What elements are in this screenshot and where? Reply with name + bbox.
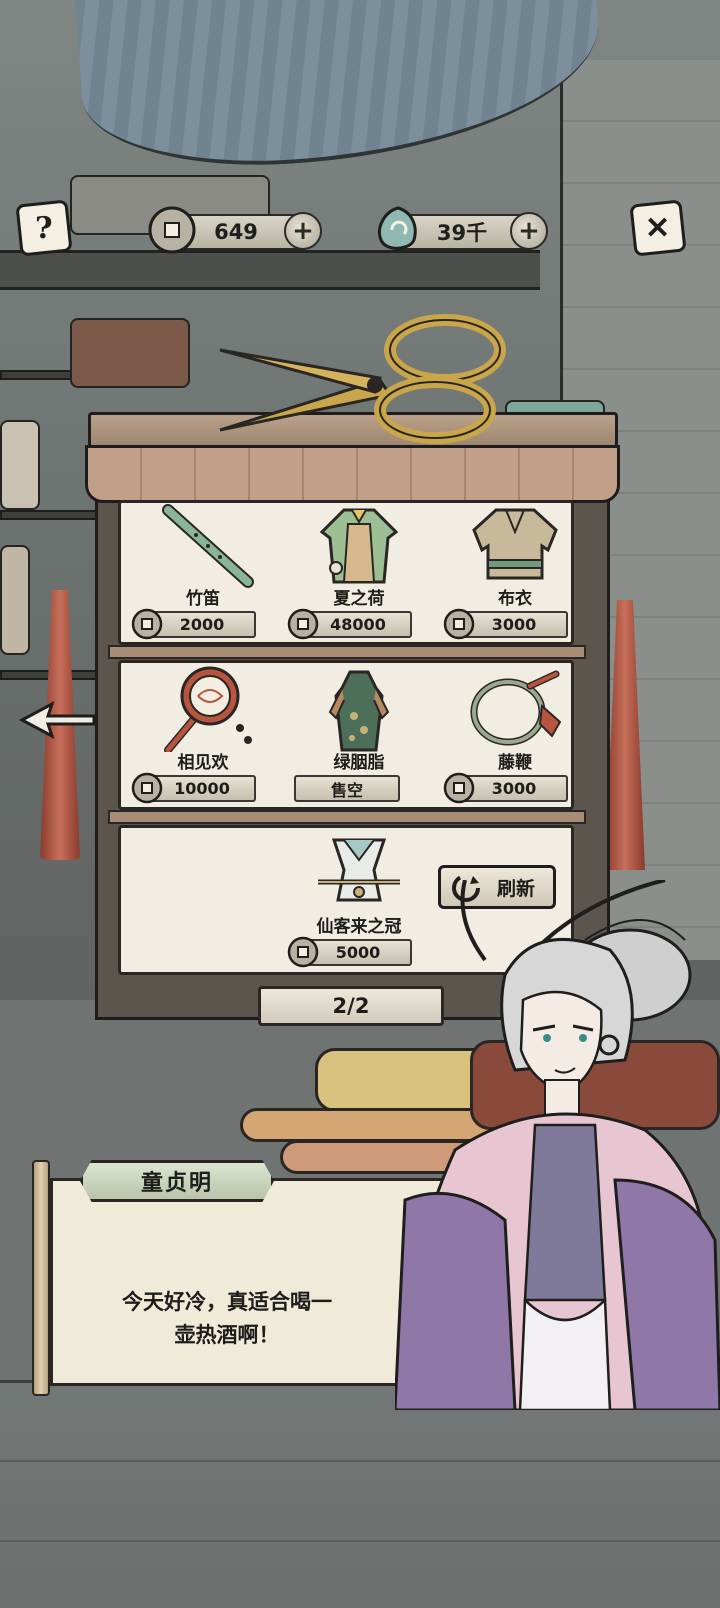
copper-coin-icon	[443, 608, 475, 640]
shelf-divider	[108, 645, 586, 659]
item-name: 相见欢	[177, 753, 229, 773]
rattan-whip-icon	[470, 670, 562, 746]
item-name: 夏之荷	[333, 589, 385, 609]
cloth-shirt-icon	[472, 508, 558, 580]
dialog-text: 今天好冷，真适合喝一 壶热酒啊！	[82, 1286, 372, 1352]
cabinet-awning	[85, 445, 620, 503]
dialog-line: 今天好冷，真适合喝一	[122, 1290, 332, 1314]
add-coins-button[interactable]: +	[284, 212, 322, 250]
wall-shelf	[0, 510, 110, 520]
help-button[interactable]: ?	[15, 199, 73, 257]
npc-character-portrait	[395, 880, 720, 1410]
add-jade-button[interactable]: +	[510, 212, 548, 250]
green-dress-icon	[328, 670, 390, 752]
jade-gem-icon	[378, 206, 417, 250]
dialog-line: 壶热酒啊！	[174, 1323, 280, 1347]
green-robe-icon	[319, 508, 399, 584]
shop-item[interactable]: 布衣 3000	[440, 498, 590, 643]
item-name: 竹笛	[186, 589, 220, 609]
coin-currency: 649 +	[148, 206, 322, 254]
copper-coin-icon	[287, 608, 319, 640]
item-name: 藤鞭	[498, 753, 532, 773]
item-price: 48000	[304, 611, 412, 638]
fabric-bolt	[70, 318, 190, 388]
fabric-bolt	[0, 545, 30, 655]
shop-item[interactable]: 竹笛 2000	[128, 498, 278, 643]
close-button[interactable]: ✕	[629, 199, 687, 257]
jade-currency: 39千 +	[378, 206, 548, 254]
bamboo-flute-icon	[162, 504, 254, 588]
item-price: 2000	[148, 611, 256, 638]
scissors-icon	[219, 314, 506, 444]
shop-item[interactable]: 藤鞭 3000	[440, 662, 590, 807]
scroll-rod	[32, 1160, 50, 1396]
copper-coin-icon	[131, 608, 163, 640]
shop-item[interactable]: 绿胭脂 售空	[284, 662, 434, 807]
fabric-bolt	[0, 420, 40, 510]
rattle-drum-icon	[164, 666, 252, 752]
item-name: 绿胭脂	[333, 753, 385, 773]
close-icon: ✕	[645, 210, 671, 246]
question-icon: ?	[35, 210, 53, 246]
prev-page-arrow-icon[interactable]	[18, 700, 98, 740]
copper-coin-icon	[131, 772, 163, 804]
shelf-divider	[108, 810, 586, 824]
item-name: 布衣	[498, 589, 532, 609]
floor-seam	[0, 1540, 720, 1542]
item-price: 3000	[460, 611, 568, 638]
ceiling-beam	[0, 250, 540, 290]
copper-coin-icon	[148, 206, 196, 254]
speaker-name: 童贞明	[80, 1160, 274, 1202]
plus-icon: +	[292, 216, 314, 246]
floor-seam	[0, 1460, 720, 1462]
sold-out-label: 售空	[294, 775, 400, 802]
floor	[0, 1380, 720, 1608]
item-price: 3000	[460, 775, 568, 802]
copper-coin-icon	[443, 772, 475, 804]
shop-item[interactable]: 夏之荷 48000	[284, 498, 434, 643]
plus-icon: +	[518, 216, 540, 246]
shop-item[interactable]: 相见欢 10000	[128, 662, 278, 807]
item-price: 10000	[148, 775, 256, 802]
copper-coin-icon	[287, 936, 319, 968]
